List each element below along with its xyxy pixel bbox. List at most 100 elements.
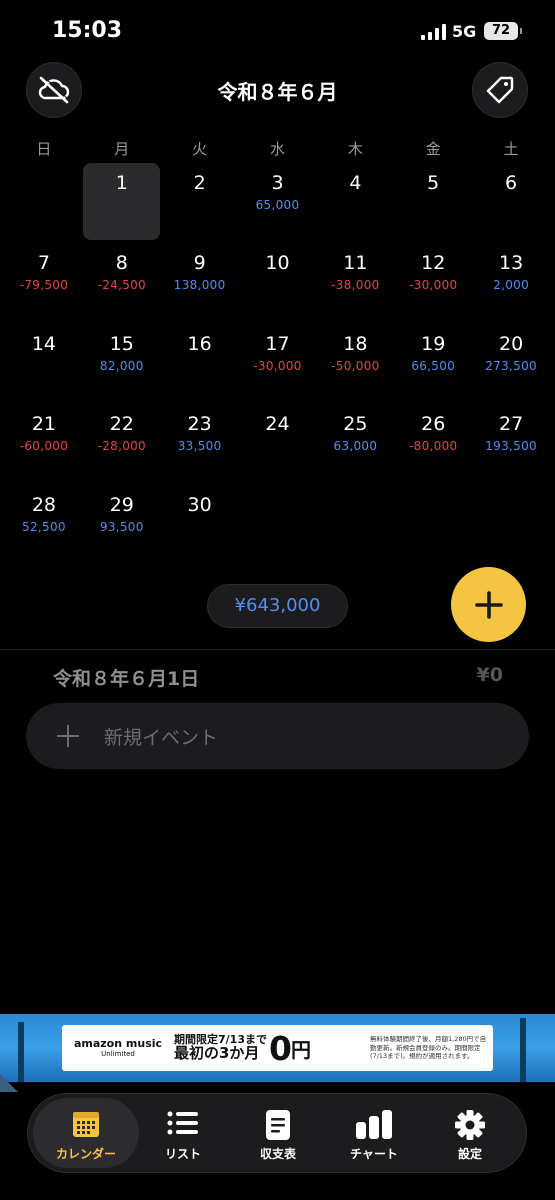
day-expense-amount: -80,000 — [409, 439, 458, 454]
calendar-day-20[interactable]: 20 273,500 — [472, 323, 550, 403]
plus-icon — [474, 590, 503, 619]
day-number: 23 — [187, 413, 212, 436]
calendar-day-8[interactable]: 8 -24,500 — [83, 242, 161, 322]
calendar-day-17[interactable]: 17 -30,000 — [239, 323, 317, 403]
day-number: 11 — [343, 252, 368, 275]
calendar-day-30[interactable]: 30 — [161, 484, 239, 564]
calendar-day-26[interactable]: 26 -80,000 — [394, 403, 472, 483]
ad-headline: 期間限定7/13まで 最初の3か月 0 円 — [174, 1029, 370, 1068]
calendar-day-11[interactable]: 11 -38,000 — [316, 242, 394, 322]
tab-settings[interactable]: 設定 — [422, 1094, 518, 1172]
list-icon — [167, 1111, 198, 1135]
calendar-day-13[interactable]: 13 2,000 — [472, 242, 550, 322]
day-expense-amount: -24,500 — [97, 278, 146, 293]
calendar-day-22[interactable]: 22 -28,000 — [83, 403, 161, 483]
status-time: 15:03 — [52, 18, 123, 43]
day-number: 18 — [343, 332, 368, 355]
day-number: 21 — [31, 413, 57, 436]
day-number: 13 — [498, 252, 524, 275]
weekday-label: 木 — [347, 140, 363, 158]
weekday-label: 火 — [192, 140, 208, 158]
day-number: 10 — [265, 252, 290, 275]
day-expense-amount: -60,000 — [19, 439, 69, 454]
day-number: 17 — [265, 332, 290, 355]
day-number: 22 — [109, 413, 134, 436]
tag-button[interactable] — [472, 62, 528, 118]
day-expense-amount: -79,500 — [19, 278, 69, 293]
calendar-day-25[interactable]: 25 63,000 — [316, 403, 394, 483]
day-expense-amount: -50,000 — [331, 358, 380, 373]
tab-label: 設定 — [457, 1147, 482, 1161]
calendar-day-27[interactable]: 27 193,500 — [472, 403, 550, 483]
calendar-day-24[interactable]: 24 — [239, 403, 317, 483]
day-number: 30 — [187, 493, 212, 516]
calendar-day-14[interactable]: 14 — [5, 323, 83, 403]
calendar-day-7[interactable]: 7 -79,500 — [5, 242, 83, 322]
add-entry-button[interactable] — [451, 567, 526, 642]
calendar-day-10[interactable]: 10 — [239, 242, 317, 322]
day-number: 2 — [193, 172, 206, 194]
day-number: 29 — [109, 493, 134, 516]
tab-chart[interactable]: チャート — [326, 1094, 422, 1172]
cellular-signal-icon — [421, 24, 447, 40]
day-number: 28 — [31, 493, 57, 516]
calendar-day-23[interactable]: 23 33,500 — [161, 403, 239, 483]
month-total-badge[interactable]: ¥643,000 — [207, 584, 348, 628]
calendar-day-1[interactable]: 1 — [82, 162, 161, 242]
day-number: 7 — [37, 252, 50, 275]
new-event-button[interactable]: 新規イベント — [26, 703, 529, 769]
tab-label: カレンダー — [55, 1147, 116, 1161]
day-number: 25 — [343, 413, 368, 436]
calendar-day-12[interactable]: 12 -30,000 — [394, 242, 472, 322]
day-number: 5 — [427, 172, 440, 194]
ad-brand-logo: amazon music Unlimited — [62, 1038, 174, 1058]
tab-label: 収支表 — [259, 1147, 296, 1161]
day-number: 1 — [115, 172, 128, 194]
day-expense-amount: -38,000 — [331, 278, 380, 293]
calendar-day-6[interactable]: 6 — [472, 162, 550, 242]
battery-icon: 72 — [484, 22, 522, 40]
tab-label: チャート — [350, 1147, 398, 1161]
calendar-icon — [73, 1112, 99, 1137]
tab-balance-sheet[interactable]: 収支表 — [230, 1094, 326, 1172]
ad-card[interactable]: amazon music Unlimited 期間限定7/13まで 最初の3か月… — [62, 1025, 493, 1071]
calendar-grid: 1 2 3 65,000 4 5 6 7 -79,500 8 -24,500 9 138,000 10 11… — [5, 162, 550, 564]
day-number: 14 — [31, 332, 57, 355]
tab-calendar[interactable]: カレンダー — [33, 1098, 139, 1168]
calendar-day-3[interactable]: 3 65,000 — [239, 162, 317, 242]
day-number: 16 — [187, 332, 212, 355]
bar-chart-icon — [356, 1110, 392, 1139]
day-number: 8 — [115, 252, 128, 275]
plus-icon — [57, 725, 79, 747]
day-income-amount: 65,000 — [255, 198, 300, 212]
ad-headline-price: 0 — [268, 1028, 292, 1068]
weekday-label: 月 — [114, 140, 130, 158]
calendar-day-29[interactable]: 29 93,500 — [83, 484, 161, 564]
ad-headline-unit: 円 — [290, 1037, 311, 1062]
calendar-day-19[interactable]: 19 66,500 — [394, 323, 472, 403]
day-number: 4 — [349, 172, 362, 194]
day-income-amount: 66,500 — [411, 358, 456, 373]
calendar-day-9[interactable]: 9 138,000 — [161, 242, 239, 322]
gear-icon — [455, 1110, 485, 1140]
calendar-day-16[interactable]: 16 — [161, 323, 239, 403]
calendar-day-5[interactable]: 5 — [394, 162, 472, 242]
tab-list[interactable]: リスト — [135, 1094, 231, 1172]
weekday-label: 金 — [425, 140, 441, 158]
calendar-day-28[interactable]: 28 52,500 — [5, 484, 83, 564]
day-income-amount: 2,000 — [493, 278, 530, 293]
weekday-label: 日 — [36, 140, 52, 158]
day-number: 3 — [271, 172, 284, 194]
calendar-day-4[interactable]: 4 — [316, 162, 394, 242]
ad-banner[interactable]: amazon music Unlimited 期間限定7/13まで 最初の3か月… — [0, 1014, 555, 1082]
day-income-amount: 273,500 — [485, 358, 537, 373]
calendar-day-18[interactable]: 18 -50,000 — [316, 323, 394, 403]
calendar-day-2[interactable]: 2 — [161, 162, 239, 242]
selected-date-total: ¥0 — [476, 664, 503, 686]
calendar-day-21[interactable]: 21 -60,000 — [5, 403, 83, 483]
new-event-placeholder: 新規イベント — [104, 726, 219, 749]
network-type: 5G — [452, 22, 477, 41]
tab-label: リスト — [164, 1147, 201, 1161]
day-number: 12 — [421, 252, 446, 275]
calendar-day-15[interactable]: 15 82,000 — [83, 323, 161, 403]
